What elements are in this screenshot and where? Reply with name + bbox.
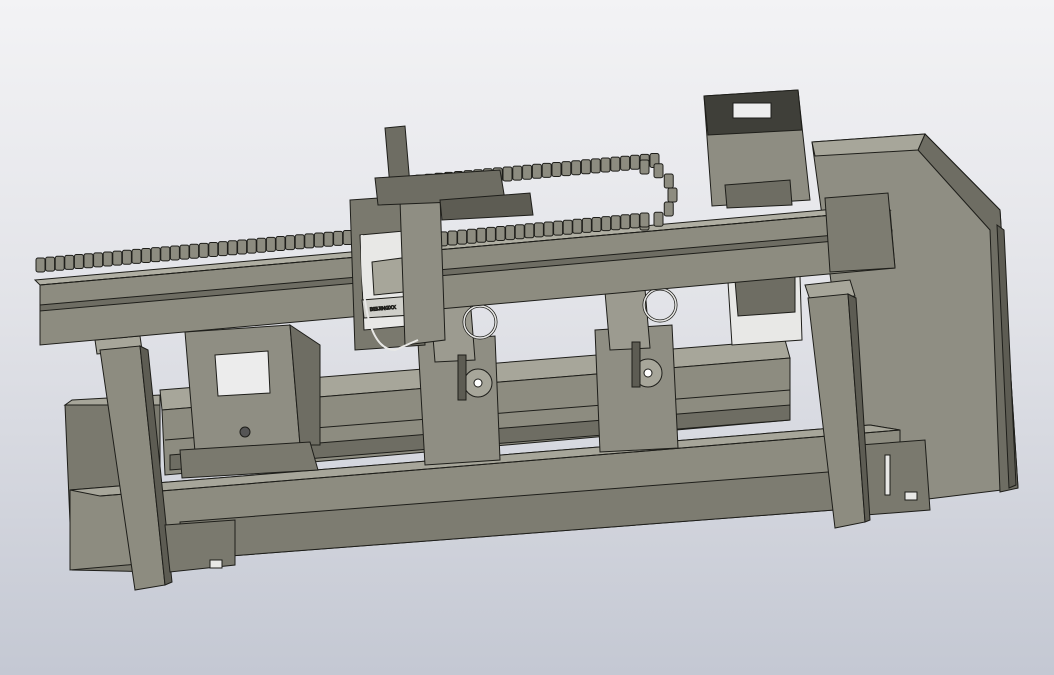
- chain-link: [629, 213, 640, 229]
- chuck-right: [594, 287, 679, 453]
- handle-cutout: [732, 102, 772, 119]
- chain-link: [620, 155, 631, 171]
- chain-link: [531, 163, 542, 179]
- chain-link: [610, 156, 621, 172]
- chain-link: [476, 227, 487, 243]
- chain-link: [304, 233, 315, 249]
- chain-link: [667, 187, 678, 203]
- chain-link: [64, 254, 75, 270]
- chain-link: [83, 253, 94, 269]
- chain-link: [294, 234, 305, 250]
- chain-link: [502, 166, 513, 182]
- chain-link: [543, 221, 554, 237]
- cad-viewport[interactable]: BEIJINGXX: [0, 0, 1054, 675]
- chain-link: [73, 254, 84, 270]
- chain-link: [54, 255, 65, 271]
- chain-link: [610, 215, 621, 231]
- chain-link: [551, 162, 562, 177]
- chain-link: [466, 228, 477, 244]
- chain-link: [663, 173, 674, 189]
- chain-link: [553, 220, 564, 236]
- machine-model[interactable]: BEIJINGXX: [0, 0, 1054, 675]
- chain-link: [590, 158, 601, 174]
- chain-link: [600, 157, 611, 173]
- chain-link: [572, 218, 583, 234]
- chain-link: [522, 164, 533, 180]
- chain-link: [131, 248, 142, 264]
- chain-link: [45, 256, 56, 272]
- chain-link: [653, 163, 664, 179]
- chain-link: [285, 235, 296, 251]
- chain-link: [275, 236, 286, 251]
- wiring-panel: [727, 274, 803, 346]
- chain-link: [629, 154, 640, 170]
- chain-link: [541, 162, 552, 178]
- chain-link: [620, 214, 631, 230]
- chain-link: [179, 244, 190, 260]
- chain-link: [580, 159, 591, 175]
- chain-link: [562, 219, 573, 235]
- chain-link: [561, 161, 572, 177]
- chain-link: [246, 238, 257, 254]
- chain-link: [160, 246, 171, 262]
- chain-link: [208, 242, 219, 258]
- chain-link: [524, 223, 535, 239]
- chain-link: [495, 226, 506, 241]
- chain-link: [581, 217, 592, 233]
- chain-link: [447, 230, 458, 246]
- chain-link: [102, 251, 113, 267]
- chain-link: [256, 237, 267, 253]
- chain-link: [121, 249, 132, 265]
- chain-link: [601, 216, 612, 232]
- chain-link: [639, 159, 650, 175]
- chain-link: [265, 236, 276, 252]
- chain-link: [313, 232, 324, 248]
- chain-link: [35, 257, 46, 273]
- chain-link: [514, 224, 525, 240]
- chain-link: [227, 240, 238, 256]
- chain-link: [639, 212, 650, 228]
- chain-link: [237, 239, 248, 255]
- chain-link: [112, 250, 123, 266]
- chain-link: [505, 225, 516, 241]
- chain-link: [198, 242, 209, 258]
- chain-link: [150, 247, 161, 263]
- chain-link: [141, 248, 152, 264]
- motor-enclosure: [703, 89, 811, 209]
- chain-link: [93, 252, 104, 268]
- pedestal-block: [179, 324, 321, 479]
- chain-link: [512, 165, 523, 181]
- chain-link: [663, 201, 674, 217]
- chain-link: [169, 245, 180, 261]
- chain-link: [189, 243, 200, 259]
- chain-link: [591, 217, 602, 232]
- chain-link: [533, 222, 544, 238]
- chain-link: [571, 160, 582, 176]
- chain-link: [653, 211, 664, 227]
- chain-link: [217, 241, 228, 257]
- chain-link: [333, 230, 344, 246]
- chain-link: [457, 229, 468, 245]
- chain-link: [323, 231, 334, 247]
- chain-link: [485, 226, 496, 242]
